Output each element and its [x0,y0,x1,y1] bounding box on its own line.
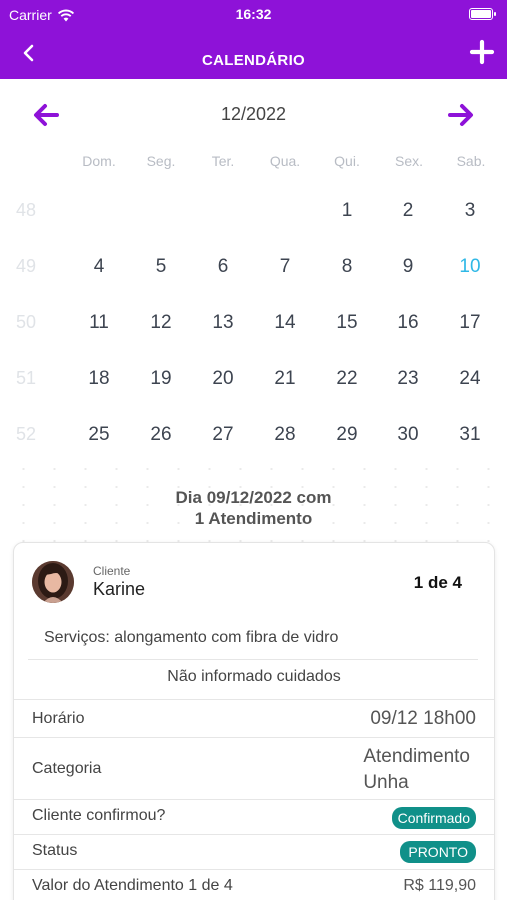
week-number: 52 [16,424,37,444]
calendar-day[interactable]: 27 [192,424,254,446]
category-value: Atendimento Unha [363,744,470,796]
calendar-day[interactable]: 31 [439,424,501,446]
next-month-button[interactable] [446,100,476,130]
day-summary-line: Dia 09/12/2022 com [175,488,332,507]
divider [14,799,494,800]
time-value: 09/12 18h00 [370,708,476,729]
calendar-day[interactable]: 22 [316,368,378,390]
status-badge: PRONTO [400,841,476,863]
weekday-label: Dom. [82,153,116,169]
weekday-label: Sab. [456,153,486,169]
calendar-day[interactable]: 23 [377,368,439,390]
calendar-day[interactable]: 1 [316,200,378,222]
appointment-count: 1 Atendimento [194,509,313,528]
arrow-right-icon [448,104,473,126]
status-label: Status [32,842,78,859]
week-number: 50 [16,312,37,332]
calendar-day[interactable]: 3 [439,200,501,222]
week-number: 48 [16,200,37,220]
calendar-day[interactable]: 11 [68,312,130,334]
status-bar: Carrier 16:32 [0,0,507,28]
category-label: Categoria [32,760,102,777]
weekday-header: Dom. Seg. Ter. Qua. Qui. Sex. Sab. [68,153,502,169]
calendar-day[interactable]: 29 [316,424,378,446]
client-caption: Cliente [93,564,131,578]
clock: 16:32 [235,6,272,22]
day-summary: Dia 09/12/2022 com 1 Atendimento [0,487,507,529]
calendar-day[interactable]: 15 [316,312,378,334]
divider [14,834,494,835]
weekday-label: Qui. [334,153,360,169]
calendar-day[interactable]: 21 [254,368,316,390]
appointment-card[interactable]: Cliente Karine 1 de 4 Serviços: alongame… [13,542,495,900]
week-number: 51 [16,368,37,388]
month-navigation: 12/2022 [0,95,507,135]
care-text: Não informado cuidados [167,668,341,685]
month-label: 12/2022 [220,104,287,124]
weekday-label: Seg. [146,153,176,169]
calendar-day[interactable]: 26 [130,424,192,446]
calendar-day[interactable]: 16 [377,312,439,334]
confirmed-label: Cliente confirmou? [32,807,166,824]
calendar-day[interactable]: 6 [192,256,254,278]
divider [14,869,494,870]
appointment-counter: 1 de 4 [413,573,462,592]
calendar-day[interactable]: 25 [68,424,130,446]
client-avatar [32,561,74,603]
calendar-day[interactable]: 8 [316,256,378,278]
divider [14,699,494,700]
app-header: Carrier 16:32 CALENDÁRIO [0,0,507,79]
add-appointment-button[interactable] [469,39,495,65]
calendar-day[interactable]: 2 [377,200,439,222]
calendar-day[interactable]: 28 [254,424,316,446]
price-value: R$ 119,90 [403,877,476,894]
calendar-day[interactable]: 17 [439,312,501,334]
calendar-week: 52 25 26 27 28 29 30 31 [0,416,507,456]
calendar-week: 50 11 12 13 14 15 16 17 [0,304,507,344]
calendar-week: 49 4 5 6 7 8 9 10 [0,248,507,288]
price-label: Valor do Atendimento 1 de 4 [32,877,233,894]
time-label: Horário [32,710,85,727]
calendar-day[interactable]: 30 [377,424,439,446]
calendar-day[interactable]: 9 [377,256,439,278]
calendar-week: 51 18 19 20 21 22 23 24 [0,360,507,400]
calendar-day[interactable]: 7 [254,256,316,278]
calendar-day[interactable]: 19 [130,368,192,390]
calendar-day[interactable]: 18 [68,368,130,390]
weekday-label: Ter. [211,153,235,169]
divider [14,737,494,738]
services-text: Serviços: alongamento com fibra de vidro [44,629,339,646]
calendar-day[interactable]: 24 [439,368,501,390]
confirmed-badge: Confirmado [391,807,476,829]
weekday-label: Qua. [269,153,301,169]
client-name: Karine [93,579,146,599]
calendar-day[interactable]: 5 [130,256,192,278]
weekday-label: Sex. [394,153,423,169]
calendar-day[interactable]: 14 [254,312,316,334]
calendar-day[interactable]: 13 [192,312,254,334]
calendar-week: 48 1 2 3 [0,192,507,232]
battery-icon [469,8,496,20]
calendar-day[interactable]: 12 [130,312,192,334]
calendar-day[interactable]: 4 [68,256,130,278]
page-title: CALENDÁRIO [202,52,305,69]
calendar-day[interactable]: 20 [192,368,254,390]
plus-icon [469,39,495,65]
calendar-day-today[interactable]: 10 [439,256,501,278]
divider [28,659,478,660]
category-value-line: Atendimento [363,746,470,767]
week-number: 49 [16,256,37,276]
category-value-line: Unha [363,772,409,793]
